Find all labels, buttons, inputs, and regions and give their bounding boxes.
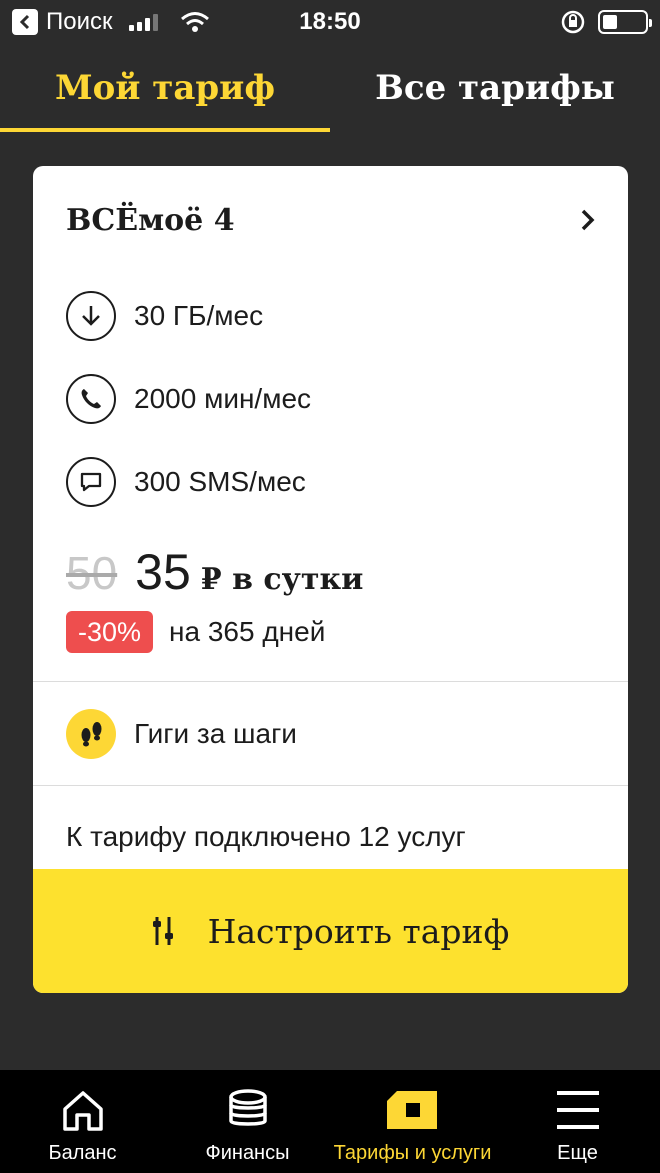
signal-icon xyxy=(128,13,158,31)
rotation-lock-icon xyxy=(561,10,585,34)
price-unit: ₽ в сутки xyxy=(200,562,364,597)
sim-card-icon xyxy=(383,1084,443,1136)
sliders-icon xyxy=(152,917,173,945)
nav-label: Еще xyxy=(557,1142,598,1164)
nav-label: Тарифы и услуги xyxy=(333,1142,492,1164)
plan-name: ВСЁмоё 4 xyxy=(66,202,235,238)
home-icon xyxy=(60,1084,106,1136)
gigi-label: Гиги за шаги xyxy=(134,717,297,749)
battery-icon xyxy=(598,10,652,34)
back-arrow-icon xyxy=(12,9,38,35)
gigi-for-steps-row[interactable]: Гиги за шаги xyxy=(33,682,628,785)
price: 50 35 ₽ в сутки xyxy=(33,543,628,603)
nav-label: Финансы xyxy=(205,1142,290,1164)
nav-label: Баланс xyxy=(48,1142,117,1164)
feature-text: 2000 мин/мес xyxy=(134,382,312,414)
phone-icon xyxy=(66,373,116,424)
feature-minutes: 2000 мин/мес xyxy=(33,357,628,440)
sms-bubble-icon xyxy=(66,456,116,507)
tariff-tabs: Мой тариф Все тарифы xyxy=(0,44,660,132)
status-bar: Поиск 18:50 xyxy=(0,0,660,44)
tab-all-tariffs[interactable]: Все тарифы xyxy=(330,44,660,132)
new-price: 35 xyxy=(135,544,191,600)
wifi-icon xyxy=(180,12,209,32)
chevron-right-icon xyxy=(581,209,595,231)
nav-balance[interactable]: Баланс xyxy=(0,1070,165,1173)
tab-my-tariff[interactable]: Мой тариф xyxy=(0,44,330,132)
feature-text: 30 ГБ/мес xyxy=(134,299,264,331)
feature-internet: 30 ГБ/мес xyxy=(33,274,628,357)
coins-stack-icon xyxy=(225,1084,271,1136)
nav-tariffs-services[interactable]: Тарифы и услуги xyxy=(330,1070,495,1173)
back-label: Поиск xyxy=(46,8,113,35)
services-text: К тарифу подключено 12 услуг xyxy=(66,820,466,852)
back-to-search[interactable]: Поиск xyxy=(12,8,210,36)
configure-tariff-button[interactable]: Настроить тариф xyxy=(33,869,628,993)
tariff-header[interactable]: ВСЁмоё 4 xyxy=(33,166,628,274)
bottom-navigation: Баланс Финансы Тарифы и услуги Еще xyxy=(0,1070,660,1173)
feature-text: 300 SMS/мес xyxy=(134,465,306,497)
old-price: 50 xyxy=(66,547,118,599)
configure-tariff-label: Настроить тариф xyxy=(207,911,510,951)
menu-icon xyxy=(555,1084,601,1136)
footprints-icon xyxy=(66,708,116,759)
nav-finance[interactable]: Финансы xyxy=(165,1070,330,1173)
discount: -30% на 365 дней xyxy=(33,611,628,653)
tariff-card: ВСЁмоё 4 30 ГБ/мес 2000 мин/мес 300 SMS/… xyxy=(33,166,628,993)
discount-badge: -30% xyxy=(66,611,154,653)
nav-more[interactable]: Еще xyxy=(495,1070,660,1173)
feature-sms: 300 SMS/мес xyxy=(33,440,628,523)
discount-period: на 365 дней xyxy=(169,616,326,647)
download-arrow-icon xyxy=(66,290,116,341)
